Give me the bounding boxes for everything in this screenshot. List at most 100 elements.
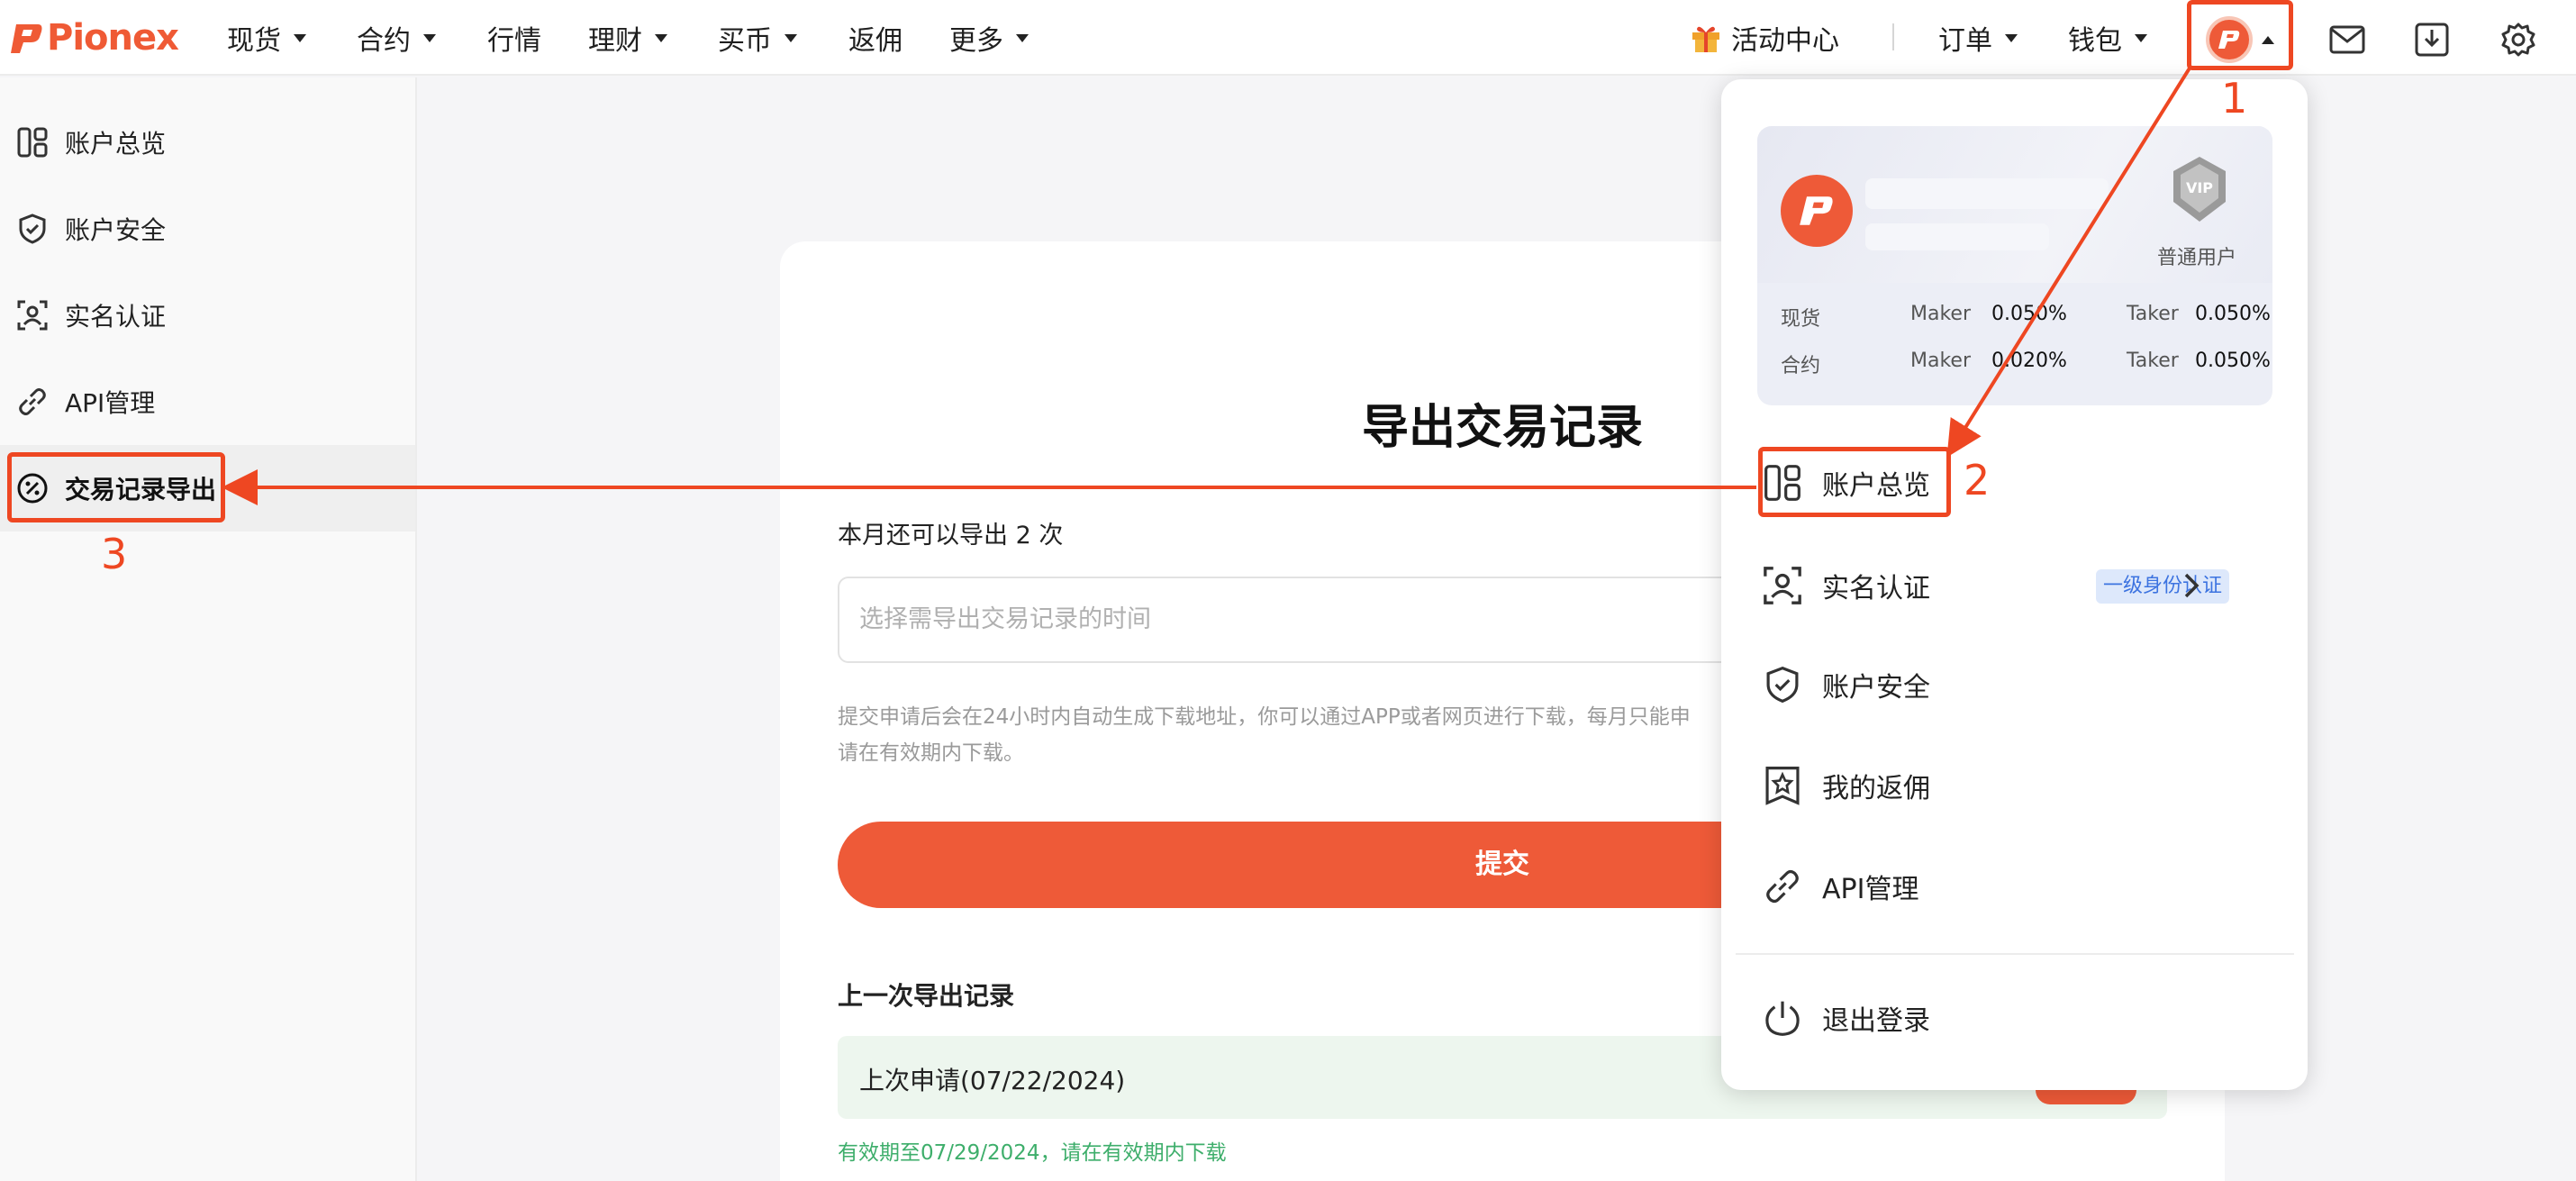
dropdown-item-security[interactable]: 账户安全 — [1761, 649, 2283, 721]
nav-futures-label: 合约 — [357, 25, 411, 57]
highlight-dropdown-overview — [1758, 447, 1951, 517]
maker-label: Maker — [1910, 350, 1971, 372]
vip-badge-icon: VIP — [2173, 157, 2226, 222]
nav-more[interactable]: 更多 — [949, 16, 1029, 59]
dashboard-icon — [14, 124, 50, 160]
fee-market: 合约 — [1781, 355, 1821, 377]
sidebar-item-security[interactable]: 账户安全 — [0, 186, 415, 272]
nav-referral[interactable]: 返佣 — [848, 16, 903, 59]
nav-buy-crypto[interactable]: 买币 — [718, 16, 797, 59]
annotation-step-2: 2 — [1964, 456, 1991, 504]
nav-buy-crypto-label: 买币 — [718, 25, 772, 57]
nav-wallet[interactable]: 钱包 — [2068, 16, 2147, 59]
sidebar-item-overview[interactable]: 账户总览 — [0, 99, 415, 186]
pionex-p-icon — [1800, 196, 1833, 225]
caret-down-icon — [423, 33, 436, 42]
maker-label: Maker — [1910, 303, 1971, 325]
sidebar-item-label: API管理 — [65, 388, 156, 418]
shield-icon — [1761, 663, 1804, 706]
sidebar-item-label: 账户安全 — [65, 215, 167, 245]
notice-line: 请在有效期内下载。 — [838, 741, 1024, 765]
nav-activity-center[interactable]: 活动中心 — [1690, 16, 1839, 59]
nav-spot-label: 现货 — [227, 25, 281, 57]
notice-line: 提交申请后会在24小时内自动生成下载地址，你可以通过APP或者网页进行下载，每月… — [838, 705, 1691, 729]
nav-orders[interactable]: 订单 — [1938, 16, 2018, 59]
vip-badge-text: VIP — [2186, 179, 2213, 196]
link-icon — [14, 384, 50, 420]
taker-label: Taker — [2127, 350, 2179, 372]
fee-market: 现货 — [1781, 308, 1821, 331]
download-record-button[interactable] — [2036, 1090, 2136, 1104]
highlight-avatar-button — [2187, 0, 2293, 70]
dropdown-divider — [1736, 953, 2294, 955]
maker-fee: 0.020% — [1991, 350, 2067, 372]
annotation-step-3: 3 — [101, 530, 128, 578]
nav-markets[interactable]: 行情 — [487, 16, 541, 59]
dropdown-item-logout[interactable]: 退出登录 — [1761, 982, 2283, 1054]
nav-futures[interactable]: 合约 — [357, 16, 436, 59]
sidebar-item-api[interactable]: API管理 — [0, 359, 415, 445]
user-id-icon — [1761, 564, 1804, 607]
nav-more-label: 更多 — [949, 25, 1003, 57]
star-badge-icon — [1761, 764, 1804, 807]
kyc-level-badge: 一级身份认证 — [2096, 569, 2230, 604]
nav-earn[interactable]: 理财 — [588, 16, 667, 59]
dropdown-item-label: 退出登录 — [1822, 1005, 1930, 1037]
fee-row-futures: 合约 Maker 0.020% Taker 0.050% — [1781, 350, 2271, 380]
dropdown-item-label: API管理 — [1822, 874, 1919, 905]
caret-down-icon — [294, 33, 306, 42]
vip-level-label: 普通用户 — [2157, 247, 2237, 269]
username-placeholder — [1865, 178, 2109, 209]
taker-label: Taker — [2127, 303, 2179, 325]
account-dropdown: VIP 普通用户 现货 Maker 0.050% Taker 0.050% 合约… — [1721, 79, 2308, 1090]
sidebar-item-kyc[interactable]: 实名认证 — [0, 272, 415, 359]
sidebar-item-label: 账户总览 — [65, 129, 167, 159]
download-button[interactable] — [2408, 16, 2455, 63]
last-request-text: 上次申请(07/22/2024) — [859, 1066, 1126, 1095]
nav-earn-label: 理财 — [588, 25, 642, 57]
caret-down-icon — [1016, 33, 1029, 42]
power-icon — [1761, 996, 1804, 1040]
settings-button[interactable] — [2495, 16, 2542, 63]
user-id-icon — [14, 297, 50, 333]
nav-referral-label: 返佣 — [848, 25, 903, 57]
caret-down-icon — [2005, 33, 2018, 42]
taker-fee: 0.050% — [2195, 350, 2271, 372]
dropdown-item-kyc[interactable]: 实名认证 一级身份认证 — [1761, 550, 2283, 622]
fee-row-spot: 现货 Maker 0.050% Taker 0.050% — [1781, 303, 2271, 333]
remaining-exports: 本月还可以导出 2 次 — [838, 522, 1064, 550]
maker-fee: 0.050% — [1991, 303, 2067, 325]
dropdown-item-label: 账户安全 — [1822, 672, 1930, 704]
last-export-title: 上一次导出记录 — [838, 981, 1015, 1011]
annotation-step-1: 1 — [2221, 74, 2248, 123]
caret-down-icon — [655, 33, 667, 42]
export-notice: 提交申请后会在24小时内自动生成下载地址，你可以通过APP或者网页进行下载，每月… — [838, 699, 1738, 771]
taker-fee: 0.050% — [2195, 303, 2271, 325]
avatar — [1781, 175, 1853, 247]
highlight-sidebar-trade-export — [7, 452, 225, 522]
pionex-logo[interactable]: Pionex — [11, 13, 179, 63]
profile-card: VIP 普通用户 现货 Maker 0.050% Taker 0.050% 合约… — [1757, 126, 2272, 405]
link-icon — [1761, 865, 1804, 908]
uid-placeholder — [1865, 223, 2049, 250]
sidebar: 账户总览 账户安全 实名认证 API管理 交易记录导出 — [0, 77, 417, 1181]
nav-divider — [1892, 23, 1894, 50]
mail-button[interactable] — [2324, 16, 2371, 63]
gear-icon — [2501, 23, 2535, 57]
logo-mark-icon — [11, 24, 42, 53]
caret-down-icon — [2135, 33, 2147, 42]
sidebar-item-label: 实名认证 — [65, 302, 167, 332]
nav-orders-label: 订单 — [1938, 25, 1992, 57]
dropdown-item-label: 实名认证 — [1822, 573, 1930, 604]
nav-markets-label: 行情 — [487, 25, 541, 57]
dropdown-item-api[interactable]: API管理 — [1761, 850, 2283, 922]
brand-name: Pionex — [47, 17, 179, 59]
caret-down-icon — [785, 33, 797, 42]
dropdown-item-rebate[interactable]: 我的返佣 — [1761, 749, 2283, 822]
mail-icon — [2329, 25, 2365, 54]
chevron-right-icon — [2184, 573, 2200, 598]
shield-icon — [14, 211, 50, 247]
gift-icon — [1692, 26, 1719, 52]
nav-spot[interactable]: 现货 — [227, 16, 306, 59]
nav-wallet-label: 钱包 — [2068, 25, 2122, 57]
